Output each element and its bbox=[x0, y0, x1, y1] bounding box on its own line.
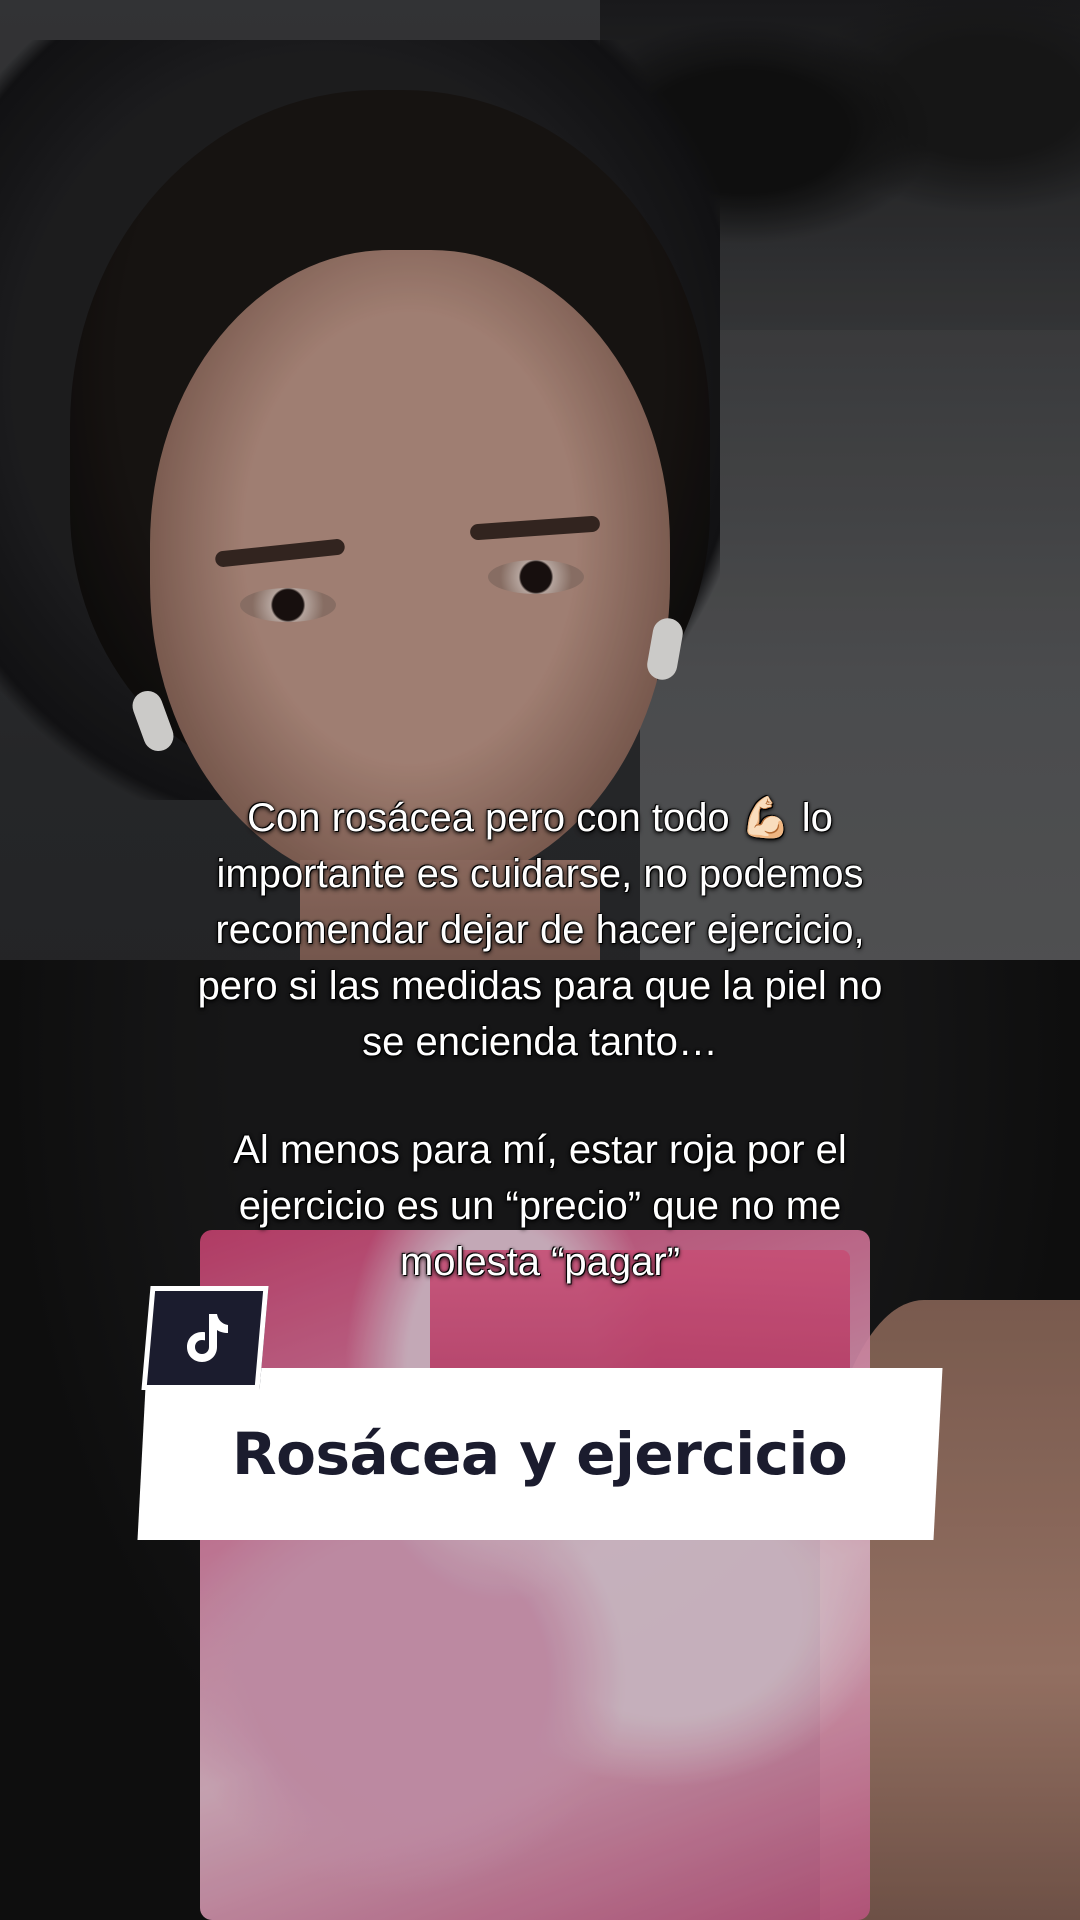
caption-line: Al menos para mí, estar roja por el bbox=[233, 1128, 847, 1172]
tiktok-logo bbox=[141, 1286, 269, 1390]
caption-line: molesta “pagar” bbox=[399, 1240, 681, 1284]
caption-line: importante es cuidarse, no podemos bbox=[216, 852, 864, 896]
caption-line: ejercicio es un “precio” que no me bbox=[238, 1184, 842, 1228]
video-frame[interactable]: Con rosácea pero con todo 💪🏻 lo importan… bbox=[0, 0, 1080, 1920]
caption-line: Con rosácea pero con todo 💪🏻 lo bbox=[247, 796, 833, 840]
title-card: Rosácea y ejercicio bbox=[137, 1368, 943, 1540]
title-card-text: Rosácea y ejercicio bbox=[232, 1420, 848, 1488]
video-caption: Con rosácea pero con todo 💪🏻 lo importan… bbox=[110, 790, 970, 1290]
caption-line: pero si las medidas para que la piel no bbox=[197, 964, 883, 1008]
tiktok-note-icon bbox=[187, 1314, 228, 1362]
caption-line: se encienda tanto… bbox=[362, 1020, 718, 1064]
caption-line: recomendar dejar de hacer ejercicio, bbox=[215, 908, 865, 952]
